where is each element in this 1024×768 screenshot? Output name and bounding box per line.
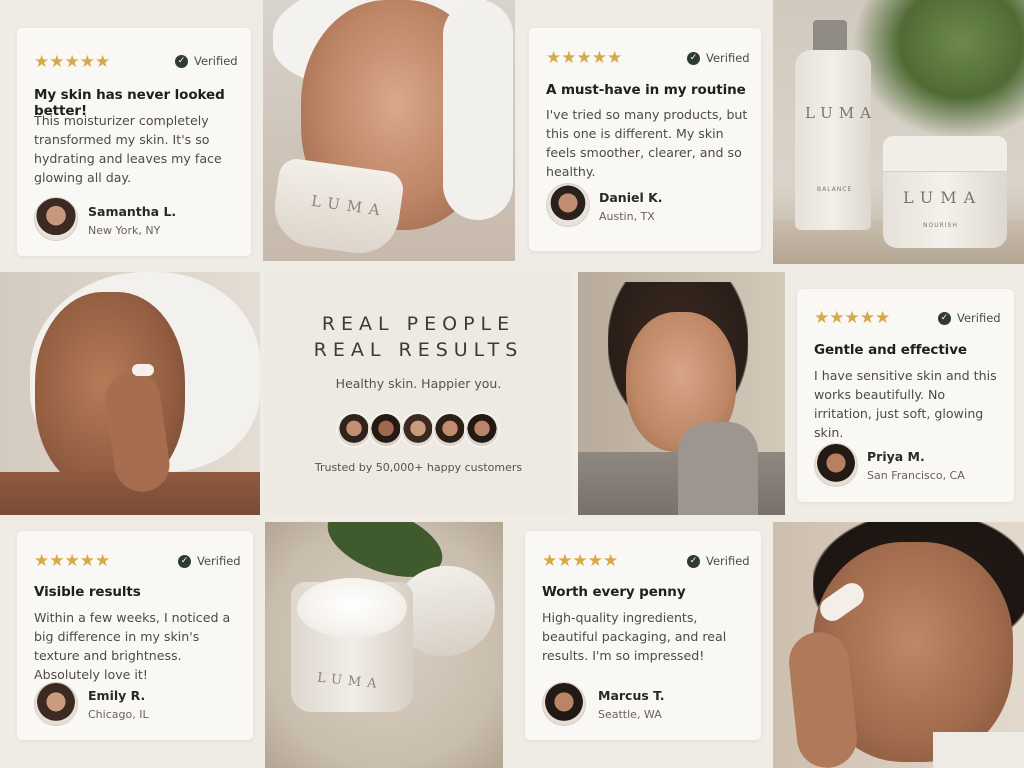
review-body: High-quality ingredients, beautiful pack…	[542, 610, 727, 663]
photo-open-jar: LUMA	[265, 522, 503, 768]
check-circle-icon: ✓	[687, 554, 700, 568]
avatar	[546, 183, 590, 227]
star-icon: ★★★★★	[542, 551, 619, 571]
review-card-1: ★★★★★ ✓ Verified My skin has never looked…	[17, 28, 251, 256]
review-body: This moisturizer completely transformed …	[34, 113, 222, 185]
cream-sub-label: NOURISH	[923, 222, 958, 229]
hero-headline-line2: REAL RESULTS	[313, 339, 524, 361]
bottle-sub-label: BALANCE	[817, 186, 853, 193]
check-circle-icon: ✓	[175, 54, 188, 68]
verified-badge: ✓ Verified	[175, 54, 238, 68]
hero-panel: REAL PEOPLE REAL RESULTS Healthy skin. H…	[266, 272, 571, 515]
avatar	[400, 412, 436, 448]
rating-stars: ★★★★★	[34, 551, 111, 571]
verified-label: Verified	[706, 51, 750, 65]
rating-stars: ★★★★★	[546, 48, 623, 68]
bottle-label: LUMA	[805, 104, 877, 122]
review-title: Worth every penny	[542, 584, 686, 600]
avatar	[464, 412, 500, 448]
verified-label: Verified	[197, 554, 241, 568]
avatar	[542, 682, 586, 726]
verified-badge: ✓ Verified	[687, 554, 750, 568]
reviewer-location: Austin, TX	[599, 210, 655, 223]
star-icon: ★★★★★	[546, 48, 623, 68]
review-body: I have sensitive skin and this works bea…	[814, 368, 997, 440]
avatar-group	[336, 412, 506, 448]
verified-label: Verified	[194, 54, 238, 68]
check-circle-icon: ✓	[687, 51, 700, 65]
reviewer-name: Priya M.	[867, 449, 925, 464]
reviewer-name: Marcus T.	[598, 688, 665, 703]
reviewer-name: Samantha L.	[88, 204, 177, 219]
avatar	[814, 443, 858, 487]
verified-badge: ✓ Verified	[938, 311, 1001, 325]
review-body: I've tried so many products, but this on…	[546, 107, 748, 179]
star-icon: ★★★★★	[34, 52, 111, 72]
cream-label: LUMA	[903, 188, 983, 207]
reviewer-name: Daniel K.	[599, 190, 663, 205]
review-card-5: ★★★★★ ✓ Verified Worth every penny High-q…	[525, 531, 761, 740]
verified-badge: ✓ Verified	[178, 554, 241, 568]
rating-stars: ★★★★★	[34, 52, 111, 72]
check-circle-icon: ✓	[938, 311, 951, 325]
star-icon: ★★★★★	[34, 551, 111, 571]
verified-label: Verified	[706, 554, 750, 568]
review-card-2: ★★★★★ ✓ Verified A must-have in my routin…	[529, 28, 761, 251]
reviewer-location: Chicago, IL	[88, 708, 149, 721]
verified-badge: ✓ Verified	[687, 51, 750, 65]
reviewer-location: San Francisco, CA	[867, 469, 965, 482]
review-card-3: ★★★★★ ✓ Verified Gentle and effective I h…	[797, 289, 1014, 502]
trusted-text: Trusted by 50,000+ happy customers	[314, 461, 523, 474]
reviewer-location: Seattle, WA	[598, 708, 662, 721]
avatar	[432, 412, 468, 448]
reviewer-location: New York, NY	[88, 224, 161, 237]
hero-tagline: Healthy skin. Happier you.	[335, 376, 502, 391]
avatar	[336, 412, 372, 448]
reviewer-name: Emily R.	[88, 688, 146, 703]
check-circle-icon: ✓	[178, 554, 191, 568]
hero-headline-line1: REAL PEOPLE	[321, 313, 516, 335]
rating-stars: ★★★★★	[814, 308, 891, 328]
star-icon: ★★★★★	[814, 308, 891, 328]
rating-stars: ★★★★★	[542, 551, 619, 571]
review-title: A must-have in my routine	[546, 82, 746, 98]
avatar	[34, 682, 78, 726]
photo-woman-with-jar: LUMA	[263, 0, 515, 261]
review-body: Within a few weeks, I noticed a big diff…	[34, 610, 231, 682]
verified-label: Verified	[957, 311, 1001, 325]
photo-products-plant: LUMA BALANCE LUMA NOURISH	[773, 0, 1024, 264]
review-title: Gentle and effective	[814, 342, 967, 358]
review-title: Visible results	[34, 584, 141, 600]
review-card-4: ★★★★★ ✓ Verified Visible results Within a…	[17, 531, 253, 740]
photo-woman-applying-cream	[0, 272, 260, 515]
avatar	[368, 412, 404, 448]
photo-man-applying-cream	[773, 522, 1024, 768]
avatar	[34, 197, 78, 241]
photo-woman-sweater	[578, 272, 785, 515]
